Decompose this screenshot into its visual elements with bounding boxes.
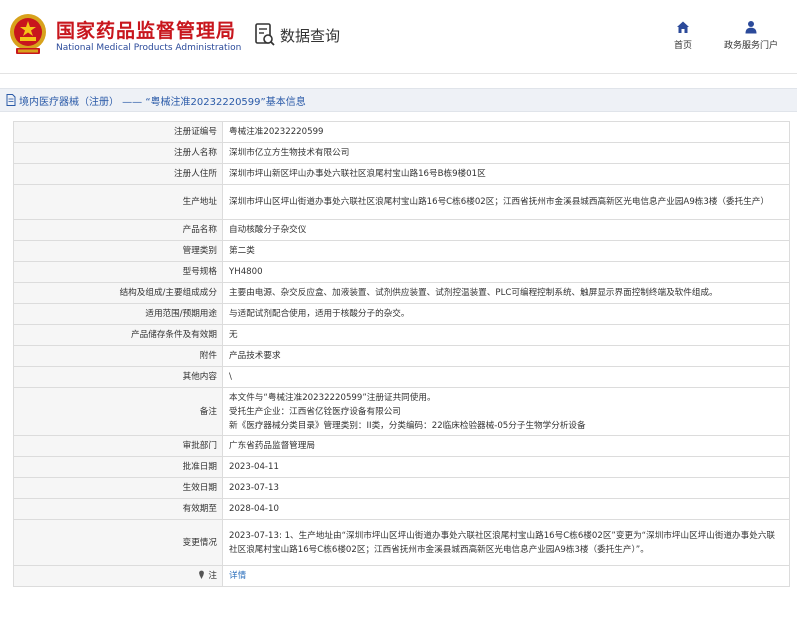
row-label: 结构及组成/主要组成成分: [13, 282, 223, 304]
row-value: 深圳市坪山新区坪山办事处六联社区浪尾村宝山路16号B栋9楼01区: [222, 163, 790, 185]
table-row: 变更情况 2023-07-13: 1、生产地址由“深圳市坪山区坪山街道办事处六联…: [13, 519, 790, 566]
table-row: 注册人名称 深圳市亿立方生物技术有限公司: [13, 142, 790, 164]
nav-service-portal[interactable]: 政务服务门户: [718, 20, 784, 51]
table-row: 管理类别 第二类: [13, 240, 790, 262]
table-row: 审批部门 广东省药品监督管理局: [13, 435, 790, 457]
row-value: 主要由电源、杂交反应盒、加液装置、试剂供应装置、试剂控温装置、PLC可编程控制系…: [222, 282, 790, 304]
table-row: 批准日期 2023-04-11: [13, 456, 790, 478]
row-value: 深圳市坪山区坪山街道办事处六联社区浪尾村宝山路16号C栋6楼02区；江西省抚州市…: [222, 184, 790, 220]
nav-home-label: 首页: [673, 41, 692, 51]
row-label: 有效期至: [13, 498, 223, 520]
row-label: 其他内容: [13, 366, 223, 388]
row-value: 产品技术要求: [222, 345, 790, 367]
note-label-cell: 注: [13, 565, 223, 587]
details-table-wrapper: 注册证编号 粤械注准20232220599 注册人名称 深圳市亿立方生物技术有限…: [13, 121, 790, 587]
national-emblem-icon: [10, 14, 46, 54]
table-row: 产品名称 自动核酸分子杂交仪: [13, 219, 790, 241]
table-row: 其他内容 \: [13, 366, 790, 388]
remark-line: 受托生产企业：江西省亿铨医疗设备有限公司: [229, 406, 401, 417]
data-query-title: 数据查询: [254, 20, 340, 50]
row-label: 注册证编号: [13, 121, 223, 143]
table-row: 备注 本文件与“粤械注准20232220599”注册证共同使用。 受托生产企业：…: [13, 387, 790, 436]
breadcrumb-text: 境内医疗器械（注册） —— “粤械注准20232220599”基本信息: [19, 96, 306, 108]
table-row: 有效期至 2028-04-10: [13, 498, 790, 520]
table-row: 附件 产品技术要求: [13, 345, 790, 367]
details-link-cell: 详情: [222, 565, 790, 587]
row-label: 批准日期: [13, 456, 223, 478]
row-value: 2023-07-13: 1、生产地址由“深圳市坪山区坪山街道办事处六联社区浪尾村…: [222, 519, 790, 566]
data-query-label: 数据查询: [280, 26, 341, 45]
row-value: 与适配试剂配合使用，适用于核酸分子的杂交。: [222, 303, 790, 325]
row-label: 生产地址: [13, 184, 223, 220]
document-search-icon: [255, 23, 275, 46]
person-icon: [745, 21, 757, 34]
remark-line: 新《医疗器械分类目录》管理类别：II类，分类编码：22临床检验器械-05分子生物…: [229, 420, 586, 431]
table-row: 注册证编号 粤械注准20232220599: [13, 121, 790, 143]
row-label: 审批部门: [13, 435, 223, 457]
table-row: 结构及组成/主要组成成分 主要由电源、杂交反应盒、加液装置、试剂供应装置、试剂控…: [13, 282, 790, 304]
remark-line: 本文件与“粤械注准20232220599”注册证共同使用。: [229, 392, 436, 403]
note-marker-icon: [199, 570, 205, 579]
details-table: 注册证编号 粤械注准20232220599 注册人名称 深圳市亿立方生物技术有限…: [13, 121, 790, 587]
row-label: 备注: [13, 387, 223, 436]
row-value: 粤械注准20232220599: [222, 121, 790, 143]
row-label: 变更情况: [13, 519, 223, 566]
row-label: 型号规格: [13, 261, 223, 283]
row-value: 深圳市亿立方生物技术有限公司: [222, 142, 790, 164]
site-header: 国家药品监督管理局 National Medical Products Admi…: [0, 0, 797, 74]
row-label: 注册人住所: [13, 163, 223, 185]
org-name-en: National Medical Products Administration: [56, 43, 242, 53]
row-value: 2023-07-13: [222, 477, 790, 499]
home-icon: [677, 21, 689, 33]
row-value: 2023-04-11: [222, 456, 790, 478]
row-label: 附件: [13, 345, 223, 367]
row-value: YH4800: [222, 261, 790, 283]
row-label: 注册人名称: [13, 142, 223, 164]
row-value: 广东省药品监督管理局: [222, 435, 790, 457]
row-label: 管理类别: [13, 240, 223, 262]
document-icon: [6, 94, 16, 106]
row-value: 第二类: [222, 240, 790, 262]
table-row: 型号规格 YH4800: [13, 261, 790, 283]
table-row: 产品储存条件及有效期 无: [13, 324, 790, 346]
row-label: 注: [208, 571, 217, 581]
row-label: 适用范围/预期用途: [13, 303, 223, 325]
org-name-cn: 国家药品监督管理局: [56, 20, 237, 42]
row-value: 自动核酸分子杂交仪: [222, 219, 790, 241]
row-value: 无: [222, 324, 790, 346]
nav-home[interactable]: 首页: [666, 20, 700, 51]
table-row: 生效日期 2023-07-13: [13, 477, 790, 499]
table-row: 生产地址 深圳市坪山区坪山街道办事处六联社区浪尾村宝山路16号C栋6楼02区；江…: [13, 184, 790, 220]
nav-portal-label: 政务服务门户: [723, 41, 778, 51]
row-label: 产品名称: [13, 219, 223, 241]
table-row: 适用范围/预期用途 与适配试剂配合使用，适用于核酸分子的杂交。: [13, 303, 790, 325]
breadcrumb: 境内医疗器械（注册） —— “粤械注准20232220599”基本信息: [0, 88, 797, 112]
row-value: 2028-04-10: [222, 498, 790, 520]
details-link[interactable]: 详情: [229, 571, 246, 581]
row-value: \: [222, 366, 790, 388]
table-row: 注册人住所 深圳市坪山新区坪山办事处六联社区浪尾村宝山路16号B栋9楼01区: [13, 163, 790, 185]
remarks-value: 本文件与“粤械注准20232220599”注册证共同使用。 受托生产企业：江西省…: [222, 387, 790, 436]
row-label: 生效日期: [13, 477, 223, 499]
table-row: 注 详情: [13, 565, 790, 587]
row-label: 产品储存条件及有效期: [13, 324, 223, 346]
